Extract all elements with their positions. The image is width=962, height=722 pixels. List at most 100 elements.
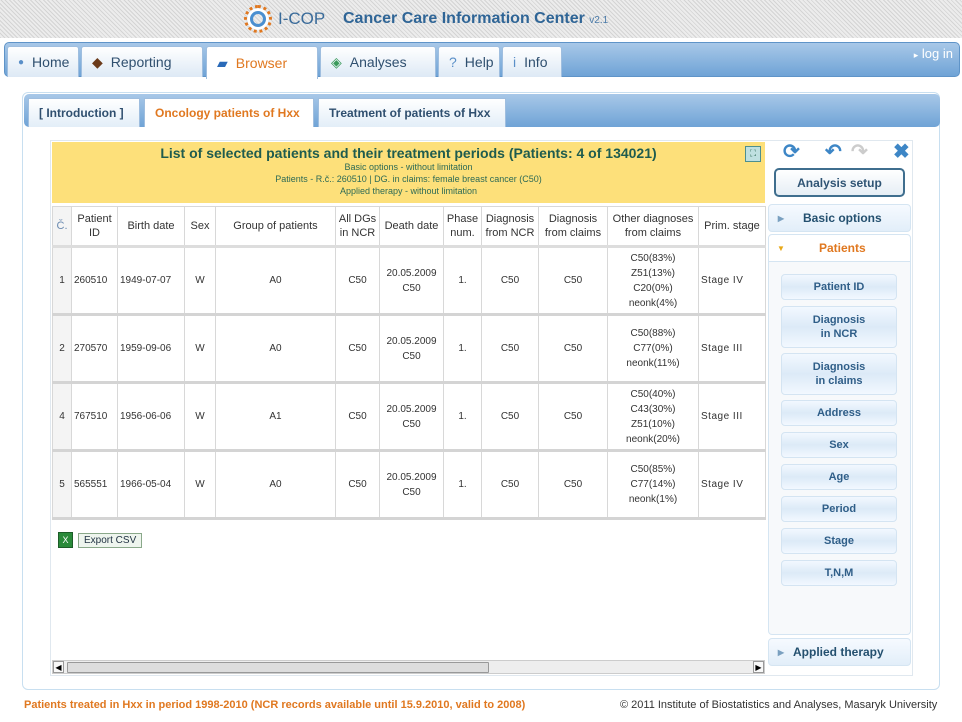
table-cell: C50 — [481, 450, 539, 520]
patient-filter-button[interactable]: Address — [781, 400, 897, 426]
subtab-treatment[interactable]: Treatment of patients of Hxx — [318, 98, 506, 127]
cell-line: neonk(4%) — [628, 297, 678, 309]
cell-line: C50(40%) — [630, 388, 676, 400]
chevron-down-icon: ▼ — [777, 243, 785, 253]
table-cell: C50 — [538, 382, 608, 452]
column-header[interactable]: Group of patients — [215, 206, 336, 248]
patient-filter-button[interactable]: Sex — [781, 432, 897, 458]
scroll-left-arrow[interactable]: ◀ — [53, 661, 64, 673]
column-header[interactable]: Phase num. — [443, 206, 482, 248]
cell-line: C20(0%) — [633, 282, 673, 294]
cell-line: neonk(11%) — [626, 358, 680, 369]
tab-reporting[interactable]: ◆ Reporting — [81, 46, 203, 77]
table-cell: 1. — [443, 314, 482, 384]
table-cell: W — [184, 246, 216, 316]
patient-filter-button[interactable]: T,N,M — [781, 560, 897, 586]
tab-home[interactable]: ● Home — [7, 46, 79, 77]
list-title: List of selected patients and their trea… — [160, 145, 657, 161]
refresh-icon[interactable]: ⟳ — [783, 142, 800, 162]
analysis-setup-button[interactable]: Analysis setup — [774, 168, 905, 197]
subtab-label: [ Introduction ] — [39, 106, 124, 120]
table-cell: A1 — [215, 382, 336, 452]
accordion-applied-therapy[interactable]: ▶ Applied therapy — [768, 638, 911, 666]
table-cell: Stage III — [698, 382, 766, 452]
logo[interactable]: I-COP — [244, 5, 325, 33]
redo-icon[interactable]: ↷ — [851, 142, 868, 162]
column-header[interactable]: Death date — [379, 206, 444, 248]
scroll-right-arrow[interactable]: ▶ — [753, 661, 764, 673]
table-cell: W — [184, 382, 216, 452]
table-cell: C50 — [481, 246, 539, 316]
table-cell: C50 — [538, 450, 608, 520]
cell-line: 20.05.2009 — [386, 335, 437, 347]
column-header[interactable]: Other diagnoses from claims — [607, 206, 699, 248]
table-cell: 20.05.2009 C50 — [379, 382, 444, 452]
accordion-patients[interactable]: ▼ Patients — [768, 234, 911, 262]
cell-line: 20.05.2009 — [386, 471, 437, 483]
subtab-introduction[interactable]: [ Introduction ] — [28, 98, 140, 127]
patient-filter-button[interactable]: Patient ID — [781, 274, 897, 300]
column-header[interactable]: Diagnosis from NCR — [481, 206, 539, 248]
table-header-row: Č. Patient ID Birth date Sex Group of patien… — [52, 206, 766, 248]
cell-line: Z51(13%) — [631, 267, 675, 279]
table-cell: 260510 — [71, 246, 118, 316]
patient-filter-button[interactable]: Stage — [781, 528, 897, 554]
chart-icon: ◈ — [331, 53, 342, 70]
table-cell: C50 — [335, 314, 380, 384]
undo-icon[interactable]: ↶ — [825, 142, 842, 162]
table-cell: 1959-09-06 — [117, 314, 185, 384]
table-cell: A0 — [215, 314, 336, 384]
table-cell: C50(83%) Z51(13%) C20(0%) neonk(4%) — [607, 246, 699, 316]
accordion-basic-options[interactable]: ▶ Basic options — [768, 204, 911, 232]
subtab-oncology-patients[interactable]: Oncology patients of Hxx — [144, 98, 314, 127]
column-header[interactable]: Birth date — [117, 206, 185, 248]
cell-line: C50(83%) — [630, 252, 676, 264]
patient-filter-button[interactable]: Diagnosis in claims — [781, 353, 897, 395]
horizontal-scrollbar[interactable]: ◀ ▶ — [52, 660, 765, 674]
table-row[interactable]: 5 565551 1966-05-04 W A0 C50 20.05.2009 C50 1. C5… — [52, 450, 766, 520]
filter-line: Basic options - without limitation — [344, 162, 473, 172]
table-row[interactable]: 4 767510 1956-06-06 W A1 C50 20.05.2009 C50 1. C5… — [52, 382, 766, 452]
table-cell: A0 — [215, 246, 336, 316]
tab-label: Analyses — [349, 54, 407, 70]
close-icon[interactable]: ✖ — [893, 142, 910, 162]
table-cell: 1. — [443, 450, 482, 520]
footer-copyright: © 2011 Institute of Biostatistics and An… — [620, 699, 938, 711]
column-header[interactable]: Diagnosis from claims — [538, 206, 608, 248]
tab-browser[interactable]: ▰ Browser — [206, 46, 318, 79]
patient-filter-button[interactable]: Age — [781, 464, 897, 490]
table-row[interactable]: 2 270570 1959-09-06 W A0 C50 20.05.2009 C50 1. C5… — [52, 314, 766, 384]
column-header[interactable]: Č. — [52, 206, 72, 248]
excel-icon[interactable]: X — [58, 532, 73, 548]
cell-line: C43(30%) — [630, 403, 676, 415]
table-cell: 20.05.2009 C50 — [379, 314, 444, 384]
column-header[interactable]: Patient ID — [71, 206, 118, 248]
tab-info[interactable]: i Info — [502, 46, 562, 77]
login-label: log in — [921, 46, 953, 61]
table-cell: 1949-07-07 — [117, 246, 185, 316]
export-csv-button[interactable]: Export CSV — [78, 532, 143, 548]
table-cell: 4 — [52, 382, 72, 452]
table-row[interactable]: 1 260510 1949-07-07 W A0 C50 20.05.2009 C50 1. C5… — [52, 246, 766, 316]
scroll-thumb[interactable] — [67, 662, 489, 673]
table-cell: 1. — [443, 382, 482, 452]
column-header[interactable]: Sex — [184, 206, 216, 248]
tab-analyses[interactable]: ◈ Analyses — [320, 46, 436, 77]
patient-filter-button[interactable]: Period — [781, 496, 897, 522]
column-header[interactable]: All DGs in NCR — [335, 206, 380, 248]
cell-line: 20.05.2009 — [386, 403, 437, 415]
table-cell: W — [184, 450, 216, 520]
patient-filter-button[interactable]: Diagnosis in NCR — [781, 306, 897, 348]
tab-help[interactable]: ? Help — [438, 46, 500, 77]
column-header[interactable]: Prim. stage — [698, 206, 766, 248]
table-cell: 1 — [52, 246, 72, 316]
accordion-label: Basic options — [803, 211, 882, 225]
book-icon: ◆ — [92, 53, 103, 70]
fullscreen-icon[interactable]: ⛶ — [745, 146, 761, 162]
login-link[interactable]: ▸ log in — [914, 46, 953, 61]
bullet-icon: ● — [18, 56, 25, 68]
list-header: List of selected patients and their trea… — [52, 142, 765, 203]
cell-line: C50(85%) — [630, 464, 676, 475]
footer-period-note: Patients treated in Hxx in period 1998-2… — [24, 699, 526, 711]
table-cell: C50 — [335, 382, 380, 452]
